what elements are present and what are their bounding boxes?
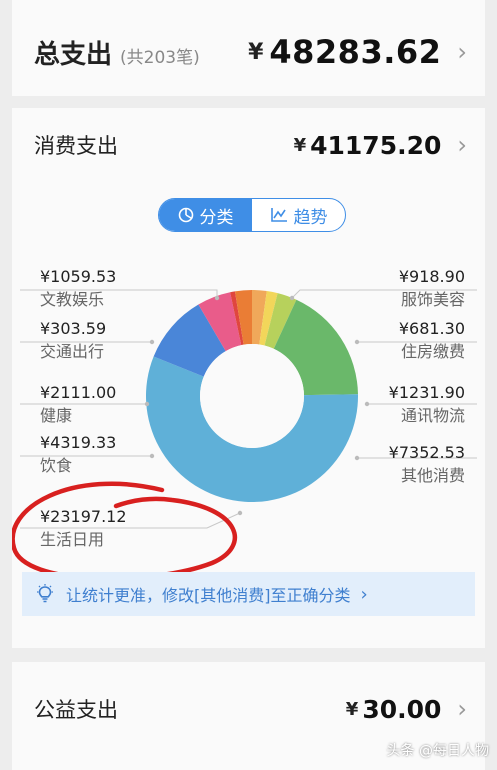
legend-yinshi[interactable]: ¥4319.33 饮食	[40, 432, 116, 478]
legend-name: 健康	[40, 406, 73, 425]
welfare-expense-row[interactable]: 公益支出 ¥ 30.00 ›	[12, 686, 485, 732]
leader-dot-3	[149, 453, 155, 459]
chevron-right-icon: ›	[457, 695, 467, 723]
legend-name: 交通出行	[40, 342, 105, 361]
legend-value: ¥681.30	[398, 319, 465, 338]
legend-zhufang[interactable]: ¥681.30 住房缴费	[399, 318, 465, 364]
leader-dot-7	[364, 401, 370, 407]
total-expense-row[interactable]: 总支出 (共203笔) ¥ 48283.62 ›	[12, 22, 485, 82]
legend-name: 饮食	[40, 456, 73, 475]
legend-name: 其他消费	[400, 466, 465, 485]
leader-dot-8	[354, 455, 360, 461]
legend-value: ¥918.90	[398, 267, 465, 286]
welfare-currency: ¥	[345, 698, 359, 720]
leader-dot-2	[144, 401, 150, 407]
legend-name: 服饰美容	[400, 290, 465, 309]
legend-shenghuo[interactable]: ¥23197.12 生活日用	[40, 506, 127, 552]
lightbulb-icon	[37, 584, 53, 603]
legend-wenjiao[interactable]: ¥1059.53 文教娱乐	[40, 266, 116, 312]
legend-name: 文教娱乐	[40, 290, 105, 309]
recategorize-tip[interactable]: 让统计更准，修改[其他消费]至正确分类 ›	[22, 572, 475, 616]
legend-value: ¥23197.12	[40, 507, 127, 526]
legend-name: 通讯物流	[400, 406, 465, 425]
tip-text: 让统计更准，修改[其他消费]至正确分类	[66, 586, 351, 605]
legend-value: ¥4319.33	[40, 433, 117, 452]
legend-value: ¥303.59	[40, 319, 107, 338]
chevron-right-icon: ›	[360, 583, 368, 605]
legend-jiaotong[interactable]: ¥303.59 交通出行	[40, 318, 106, 364]
legend-value: ¥1231.90	[388, 383, 465, 402]
consumption-card: 消费支出 ¥ 41175.20 › 分类 趋势 ¥1059.53 文教娱乐 ¥3…	[12, 108, 485, 648]
legend-jiankang[interactable]: ¥2111.00 健康	[40, 382, 116, 428]
legend-fushi[interactable]: ¥918.90 服饰美容	[399, 266, 465, 312]
leader-dot-0	[214, 295, 220, 301]
legend-qita[interactable]: ¥7352.53 其他消费	[389, 442, 465, 488]
total-currency: ¥	[248, 39, 264, 65]
watermark: 头条 @每日人物	[386, 743, 489, 759]
legend-value: ¥7352.53	[388, 443, 465, 462]
legend-value: ¥2111.00	[40, 383, 117, 402]
legend-tongxun[interactable]: ¥1231.90 通讯物流	[389, 382, 465, 428]
total-expense-amount: 48283.62	[269, 33, 442, 71]
legend-name: 住房缴费	[400, 342, 465, 361]
welfare-expense-amount: 30.00	[362, 694, 442, 724]
chevron-right-icon: ›	[457, 38, 467, 66]
category-donut-chart	[20, 289, 477, 529]
legend-name: 生活日用	[40, 530, 105, 549]
donut-center	[200, 344, 304, 448]
total-expense-card[interactable]: 总支出 (共203笔) ¥ 48283.62 ›	[12, 0, 485, 96]
leader-dot-1	[149, 339, 155, 345]
leader-dot-5	[289, 295, 295, 301]
leader-dot-6	[354, 339, 360, 345]
welfare-expense-label: 公益支出	[34, 698, 118, 722]
total-expense-count: (共203笔)	[120, 47, 200, 68]
leader-dot-4	[237, 510, 243, 516]
legend-value: ¥1059.53	[40, 267, 117, 286]
total-expense-label: 总支出	[34, 39, 113, 70]
